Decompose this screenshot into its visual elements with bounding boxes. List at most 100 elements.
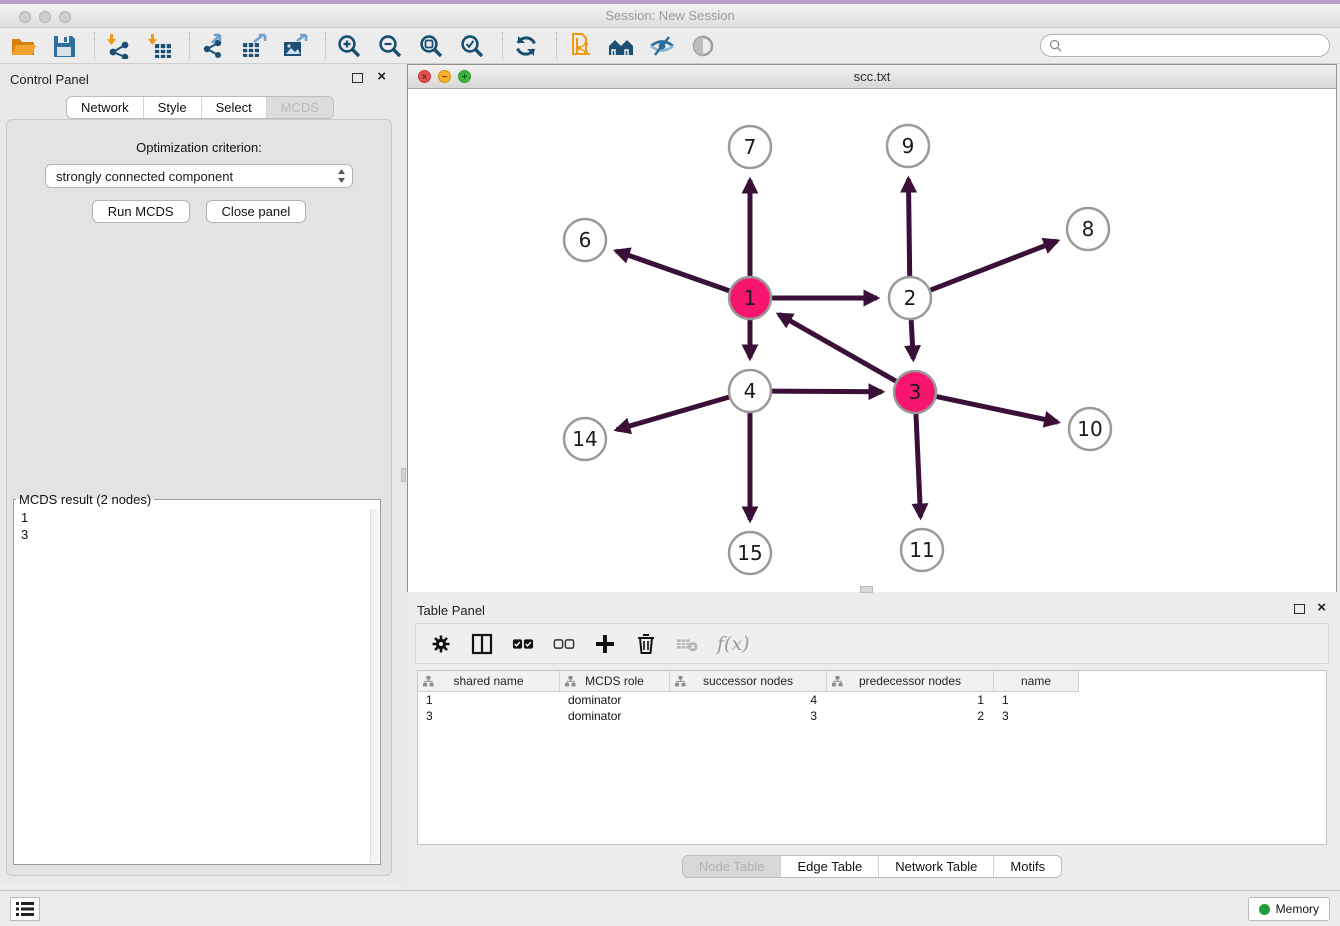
column-header-mcds-role[interactable]: MCDS role — [560, 671, 670, 691]
table-row[interactable]: 1dominator411 — [418, 692, 1079, 708]
network-window-titlebar[interactable]: × − + scc.txt — [408, 65, 1336, 89]
memory-button[interactable]: Memory — [1248, 897, 1330, 921]
network-view-title: scc.txt — [408, 69, 1336, 84]
vertical-splitter[interactable] — [400, 64, 407, 888]
search-box — [1040, 34, 1330, 57]
delete-trash-icon[interactable] — [635, 633, 657, 655]
search-icon — [1049, 39, 1062, 52]
add-icon[interactable] — [594, 633, 616, 655]
task-history-button[interactable] — [10, 897, 40, 921]
export-table-icon[interactable] — [241, 33, 267, 59]
node-11[interactable]: 11 — [901, 529, 943, 571]
deselect-all-icon[interactable] — [553, 633, 575, 655]
node-8[interactable]: 8 — [1067, 208, 1109, 250]
column-tree-icon — [832, 676, 843, 687]
splitter-handle[interactable] — [401, 468, 406, 482]
cell-predecessor-nodes: 2 — [827, 708, 994, 724]
cell-mcds-role: dominator — [560, 692, 670, 708]
cell-name: 3 — [994, 708, 1079, 724]
close-table-panel-icon[interactable]: × — [1317, 600, 1326, 616]
edge-1-6[interactable] — [616, 251, 729, 291]
export-network-icon[interactable] — [200, 33, 226, 59]
control-panel-title: Control Panel — [10, 72, 89, 87]
tab-network-table[interactable]: Network Table — [879, 856, 994, 877]
show-columns-icon[interactable] — [471, 633, 493, 655]
node-3[interactable]: 3 — [894, 371, 936, 413]
criterion-dropdown[interactable]: strongly connected component — [45, 164, 353, 188]
import-network-icon[interactable] — [105, 33, 131, 59]
mcds-panel: Optimization criterion: strongly connect… — [6, 119, 392, 876]
result-scrollbar[interactable] — [370, 509, 379, 863]
close-panel-button[interactable]: Close panel — [206, 200, 307, 223]
edge-2-8[interactable] — [931, 241, 1058, 290]
node-6[interactable]: 6 — [564, 219, 606, 261]
table-panel-title: Table Panel — [417, 603, 485, 618]
function-builder-icon: f(x) — [717, 633, 750, 655]
edge-3-11[interactable] — [916, 414, 921, 517]
tab-network[interactable]: Network — [67, 97, 144, 118]
node-7[interactable]: 7 — [729, 126, 771, 168]
main-toolbar — [0, 28, 1340, 64]
import-table-icon[interactable] — [146, 33, 172, 59]
column-header-predecessor-nodes[interactable]: predecessor nodes — [827, 671, 994, 691]
export-image-icon[interactable] — [282, 33, 308, 59]
edge-2-9[interactable] — [908, 179, 909, 276]
tab-edge-table[interactable]: Edge Table — [781, 856, 879, 877]
mcds-result-text[interactable]: 13 — [15, 509, 369, 863]
zoom-fit-icon[interactable] — [418, 33, 444, 59]
network-canvas[interactable]: 7 9 6 8 1 2 4 3 14 10 15 11 — [408, 90, 1336, 592]
column-tree-icon — [423, 676, 434, 687]
float-panel-icon[interactable] — [352, 73, 363, 83]
save-session-icon[interactable] — [51, 33, 77, 59]
clone-network-icon[interactable] — [567, 33, 593, 59]
node-10[interactable]: 10 — [1069, 408, 1111, 450]
network-graph: 7 9 6 8 1 2 4 3 14 10 15 11 — [408, 90, 1336, 592]
edge-4-3[interactable] — [772, 391, 882, 392]
open-session-icon[interactable] — [10, 33, 36, 59]
cell-name: 1 — [994, 692, 1079, 708]
select-all-icon[interactable] — [512, 633, 534, 655]
node-2[interactable]: 2 — [889, 277, 931, 319]
tab-node-table[interactable]: Node Table — [683, 856, 782, 877]
node-4[interactable]: 4 — [729, 370, 771, 412]
node-14[interactable]: 14 — [564, 418, 606, 460]
table-settings-gear-icon[interactable] — [430, 633, 452, 655]
node-label: 9 — [902, 134, 915, 158]
table-toolbar: f(x) — [415, 623, 1329, 664]
result-line: 1 — [15, 509, 369, 526]
tab-style[interactable]: Style — [144, 97, 202, 118]
edge-3-10[interactable] — [937, 397, 1058, 423]
close-panel-icon[interactable]: × — [377, 69, 386, 85]
zoom-in-icon[interactable] — [336, 33, 362, 59]
mcds-result-title: MCDS result (2 nodes) — [16, 492, 154, 507]
node-label: 1 — [744, 286, 757, 310]
zoom-out-icon[interactable] — [377, 33, 403, 59]
horizontal-splitter-handle[interactable] — [860, 586, 873, 593]
tab-motifs[interactable]: Motifs — [994, 856, 1061, 877]
node-label: 4 — [744, 379, 757, 403]
node-1[interactable]: 1 — [729, 277, 771, 319]
show-hide-icon[interactable] — [649, 33, 675, 59]
table-panel: Table Panel × — [407, 595, 1337, 888]
run-mcds-button[interactable]: Run MCDS — [92, 200, 190, 223]
node-15[interactable]: 15 — [729, 532, 771, 574]
zoom-selected-icon[interactable] — [459, 33, 485, 59]
edge-4-14[interactable] — [617, 397, 729, 430]
column-header-successor-nodes[interactable]: successor nodes — [670, 671, 827, 691]
column-tree-icon — [565, 676, 576, 687]
table-row[interactable]: 3dominator323 — [418, 708, 1079, 724]
search-input[interactable] — [1062, 35, 1329, 56]
edge-3-1[interactable] — [779, 314, 896, 381]
column-header-name[interactable]: name — [994, 671, 1079, 691]
float-table-panel-icon[interactable] — [1294, 604, 1305, 614]
node-table: shared nameMCDS rolesuccessor nodesprede… — [417, 670, 1327, 845]
first-neighbors-icon[interactable] — [608, 33, 634, 59]
column-header-shared-name[interactable]: shared name — [418, 671, 560, 691]
tab-mcds[interactable]: MCDS — [267, 97, 333, 118]
refresh-view-icon[interactable] — [513, 33, 539, 59]
memory-status-dot — [1259, 904, 1270, 915]
node-label: 14 — [572, 427, 597, 451]
edge-2-3[interactable] — [911, 320, 913, 359]
node-9[interactable]: 9 — [887, 125, 929, 167]
tab-select[interactable]: Select — [202, 97, 267, 118]
